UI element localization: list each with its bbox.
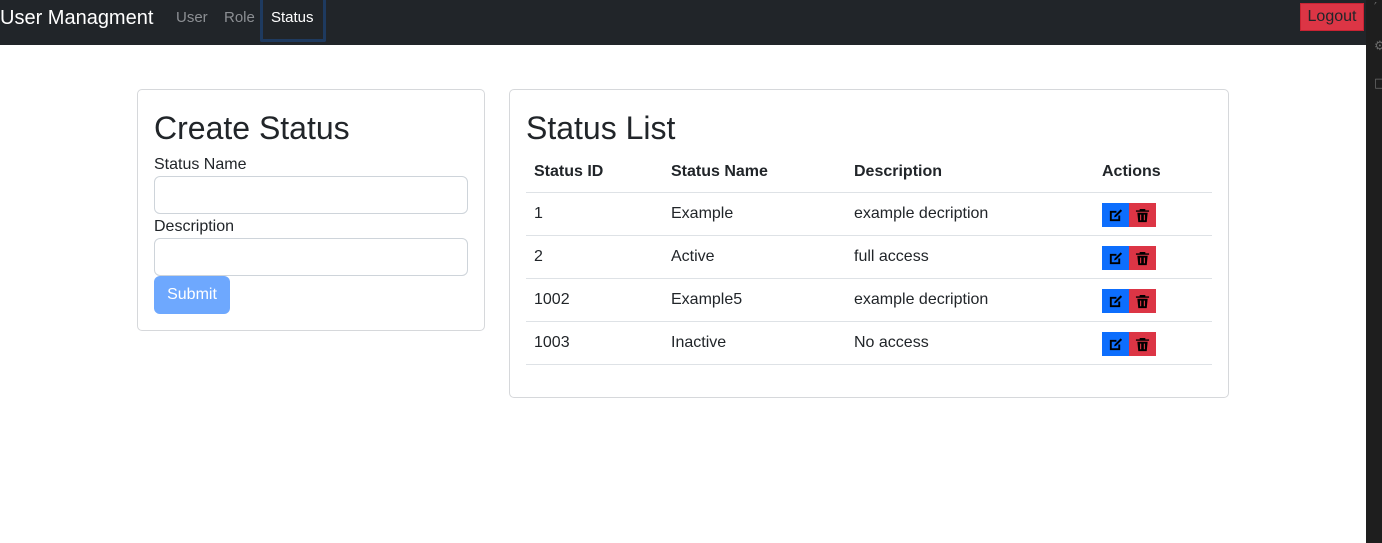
submit-button[interactable]: Submit	[154, 276, 230, 314]
nav-link-status[interactable]: Status	[271, 9, 314, 27]
column-header-status-id: Status ID	[534, 163, 604, 180]
description-cell: example decription	[854, 205, 989, 222]
row-actions	[1102, 289, 1156, 313]
description-label: Description	[154, 218, 235, 235]
delete-button[interactable]	[1129, 203, 1156, 227]
status-name-cell: Active	[671, 248, 715, 265]
trash-icon	[1135, 294, 1150, 308]
description-cell: example decription	[854, 291, 989, 308]
table-row: 1003 Inactive No access	[526, 322, 1212, 365]
strip-panel-icon: □	[1374, 76, 1382, 91]
delete-button[interactable]	[1129, 246, 1156, 270]
row-actions	[1102, 246, 1156, 270]
edit-button[interactable]	[1102, 246, 1129, 270]
edit-icon	[1109, 337, 1123, 350]
delete-button[interactable]	[1129, 332, 1156, 356]
column-header-description: Description	[854, 163, 943, 180]
edit-button[interactable]	[1102, 332, 1129, 356]
description-cell: No access	[854, 334, 929, 351]
table-row: 1002 Example5 example decription	[526, 279, 1212, 322]
status-name-label: Status Name	[154, 156, 247, 173]
edit-icon	[1109, 208, 1123, 221]
row-actions	[1102, 332, 1156, 356]
description-input[interactable]	[154, 238, 468, 276]
status-list-title: Status List	[526, 110, 676, 146]
column-header-status-name: Status Name	[671, 163, 768, 180]
status-id-cell: 2	[534, 248, 543, 265]
trash-icon	[1135, 208, 1150, 222]
edit-button[interactable]	[1102, 203, 1129, 227]
nav-link-role[interactable]: Role	[224, 9, 255, 27]
delete-button[interactable]	[1129, 289, 1156, 313]
trash-icon	[1135, 337, 1150, 351]
status-name-cell: Example5	[671, 291, 743, 308]
status-name-cell: Inactive	[671, 334, 727, 351]
description-cell: full access	[854, 248, 929, 265]
status-table: Status ID Status Name Description Action…	[526, 152, 1212, 365]
edit-button[interactable]	[1102, 289, 1129, 313]
table-row: 2 Active full access	[526, 236, 1212, 279]
top-navbar: User Managment User Role Status Logout	[0, 0, 1366, 45]
create-status-title: Create Status	[154, 110, 350, 146]
table-header-row: Status ID Status Name Description Action…	[526, 152, 1212, 193]
logout-button[interactable]: Logout	[1300, 3, 1364, 31]
edit-icon	[1109, 251, 1123, 264]
status-name-cell: Example	[671, 205, 734, 222]
status-name-input[interactable]	[154, 176, 468, 214]
status-id-cell: 1	[534, 205, 543, 222]
column-header-actions: Actions	[1102, 163, 1161, 180]
table-row: 1 Example example decription	[526, 193, 1212, 236]
edit-icon	[1109, 294, 1123, 307]
nav-link-user[interactable]: User	[176, 9, 208, 27]
status-list-card: Status List Status ID Status Name Descri…	[509, 89, 1229, 398]
create-status-card: Create Status Status Name Description Su…	[137, 89, 485, 331]
strip-gear-icon: ⚙	[1374, 39, 1382, 54]
trash-icon	[1135, 251, 1150, 265]
row-actions	[1102, 203, 1156, 227]
status-id-cell: 1002	[534, 291, 570, 308]
brand-title[interactable]: User Managment	[0, 7, 153, 29]
strip-icon: ′	[1374, 1, 1377, 16]
status-id-cell: 1003	[534, 334, 570, 351]
